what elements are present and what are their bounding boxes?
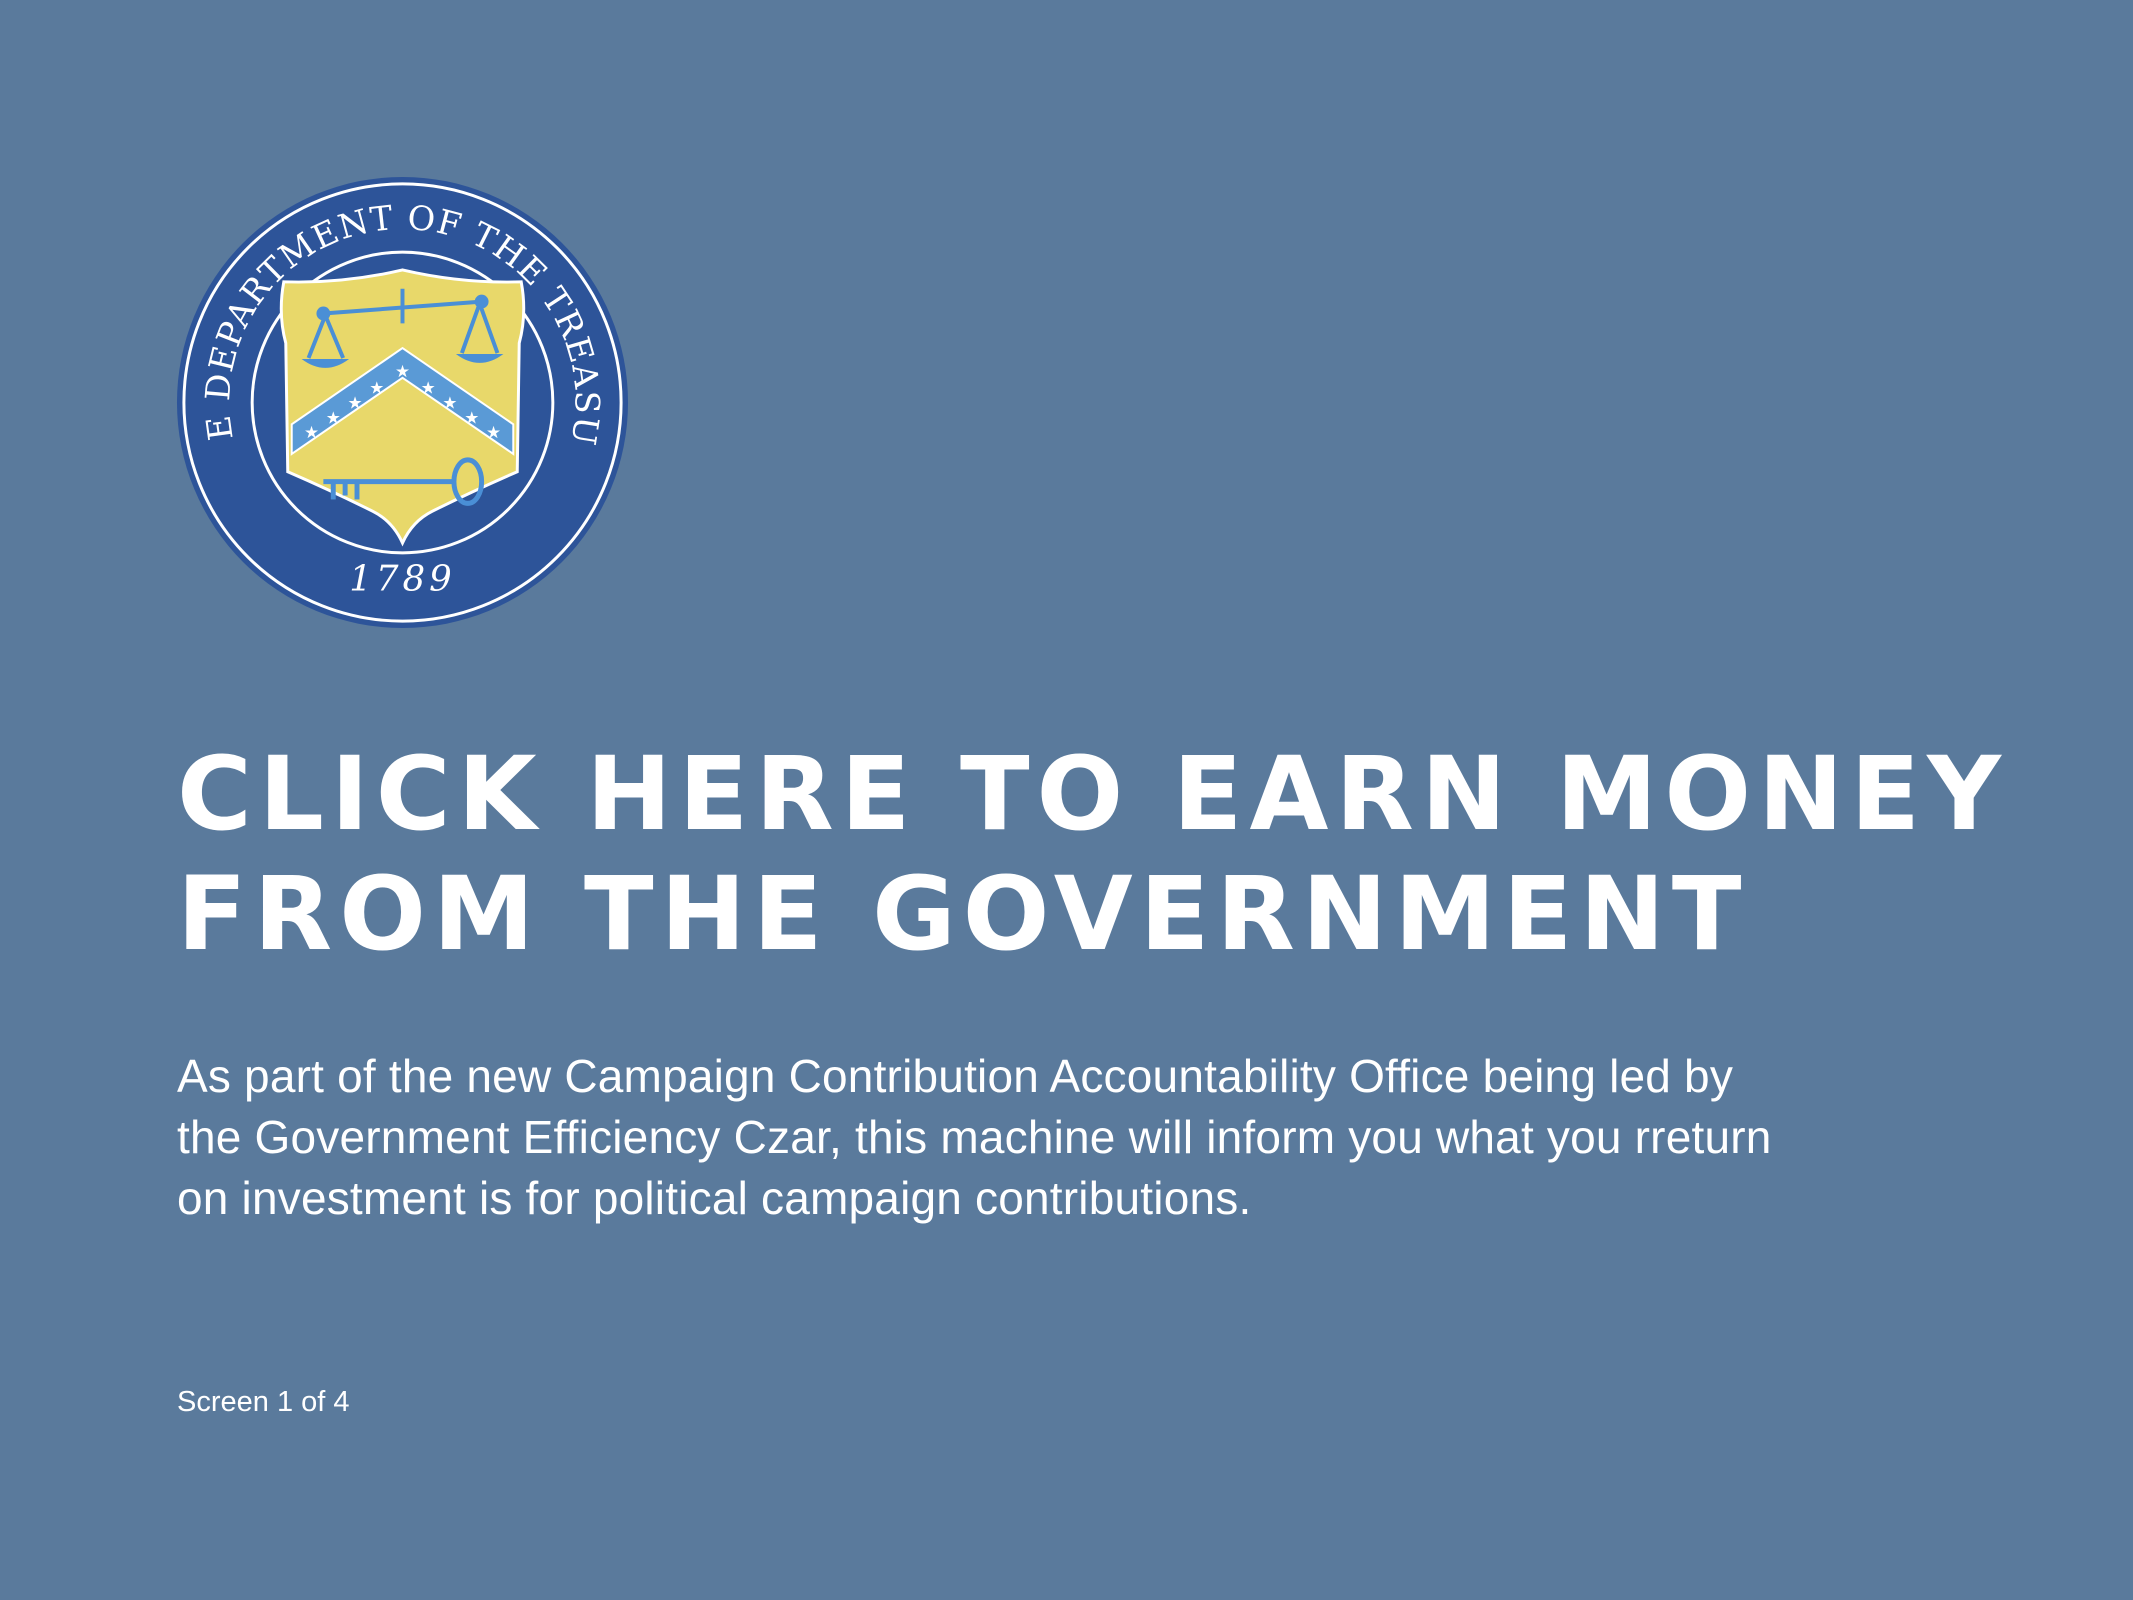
screen-indicator: Screen 1 of 4 [177,1386,350,1418]
svg-text:★: ★ [326,407,341,427]
svg-text:1789: 1789 [349,558,455,599]
svg-text:★: ★ [304,422,319,442]
intro-line-2: the Government Efficiency Czar, this mac… [177,1111,1772,1163]
svg-text:★: ★ [369,378,384,398]
svg-text:★: ★ [347,392,362,412]
kiosk-screen: THE DEPARTMENT OF THE TREASURY 1789 ★ ★ … [0,0,2133,1600]
intro-line-3: on investment is for political campaign … [177,1172,1252,1224]
earn-money-link[interactable]: CLICK HERE TO EARN MONEY FROM THE GOVERN… [177,735,2057,975]
svg-text:★: ★ [442,392,457,412]
headline-line-1[interactable]: CLICK HERE TO EARN MONEY [177,735,2057,855]
svg-text:★: ★ [395,361,410,381]
svg-text:★: ★ [486,422,501,442]
svg-text:★: ★ [421,378,436,398]
svg-text:★: ★ [464,407,479,427]
treasury-seal-icon: THE DEPARTMENT OF THE TREASURY 1789 ★ ★ … [175,175,629,629]
intro-line-1: As part of the new Campaign Contribution… [177,1050,1734,1102]
treasury-seal: THE DEPARTMENT OF THE TREASURY 1789 ★ ★ … [175,175,630,630]
headline-line-2[interactable]: FROM THE GOVERNMENT [177,855,2057,975]
intro-paragraph: As part of the new Campaign Contribution… [177,1046,2057,1229]
